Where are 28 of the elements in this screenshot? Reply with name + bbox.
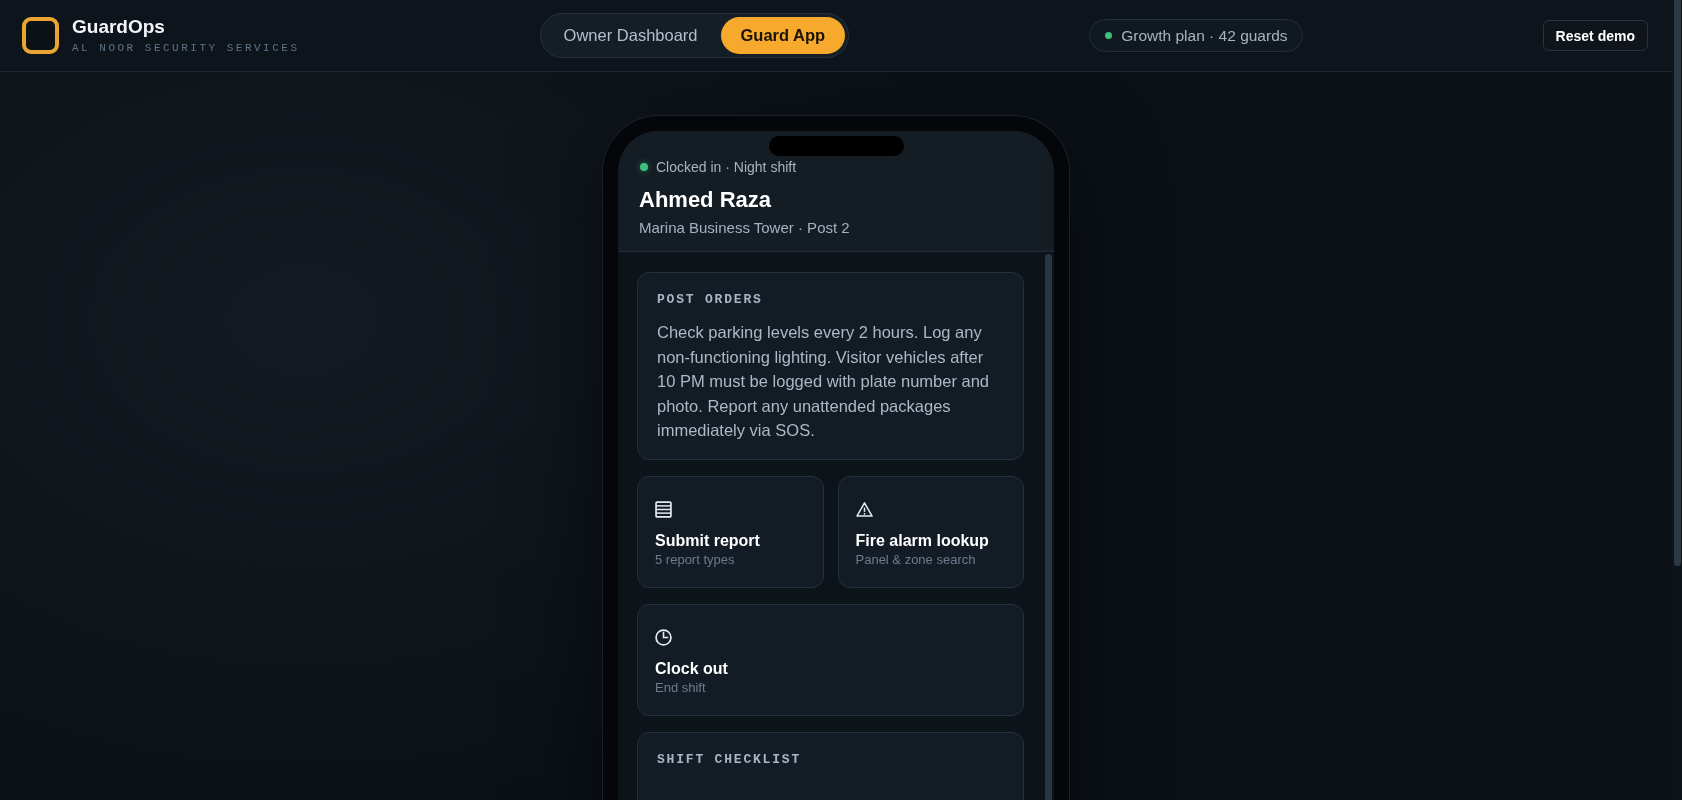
scrollbar-thumb[interactable] [1674,0,1681,566]
reset-demo-button[interactable]: Reset demo [1542,20,1648,51]
status-dot-icon [1105,32,1113,39]
action-title: Clock out [655,658,728,679]
shift-status: Clocked in · Night shift [656,158,797,176]
brand-tagline: AL NOOR SECURITY SERVICES [72,41,300,55]
action-subtitle: 5 report types [655,551,735,568]
action-subtitle: Panel & zone search [855,551,976,568]
brand-name: GuardOps [72,16,166,38]
view-tab[interactable]: Guard App [720,17,846,54]
list-icon [655,500,672,518]
action-title: Submit report [655,530,760,551]
action-subtitle: End shift [655,679,706,696]
logo-icon [22,17,59,54]
scrollbar-thumb[interactable] [1045,254,1052,800]
plan-label: Growth plan · 42 guards [1121,26,1288,45]
action-card[interactable]: Submit report 5 report types [637,475,824,588]
action-card[interactable]: Clock out End shift [637,603,1024,716]
guard-name: Ahmed Raza [639,186,773,214]
action-title: Fire alarm lookup [855,530,989,551]
card-heading: POST ORDERS [657,292,764,308]
post-orders-text: Check parking levels every 2 hours. Log any non-functioning lighting. Visitor vehicles after 10 PM must be logged with plate number and photo. Report any unattended packages immediately via SOS. [657,322,991,442]
clock-icon [655,628,672,646]
action-card[interactable]: Fire alarm lookup Panel & zone search [837,475,1024,588]
post-location: Marina Business Tower · Post 2 [639,218,851,238]
card-heading: SHIFT CHECKLIST [657,751,803,768]
warning-icon [855,500,873,518]
view-tab[interactable]: Owner Dashboard [543,17,718,54]
